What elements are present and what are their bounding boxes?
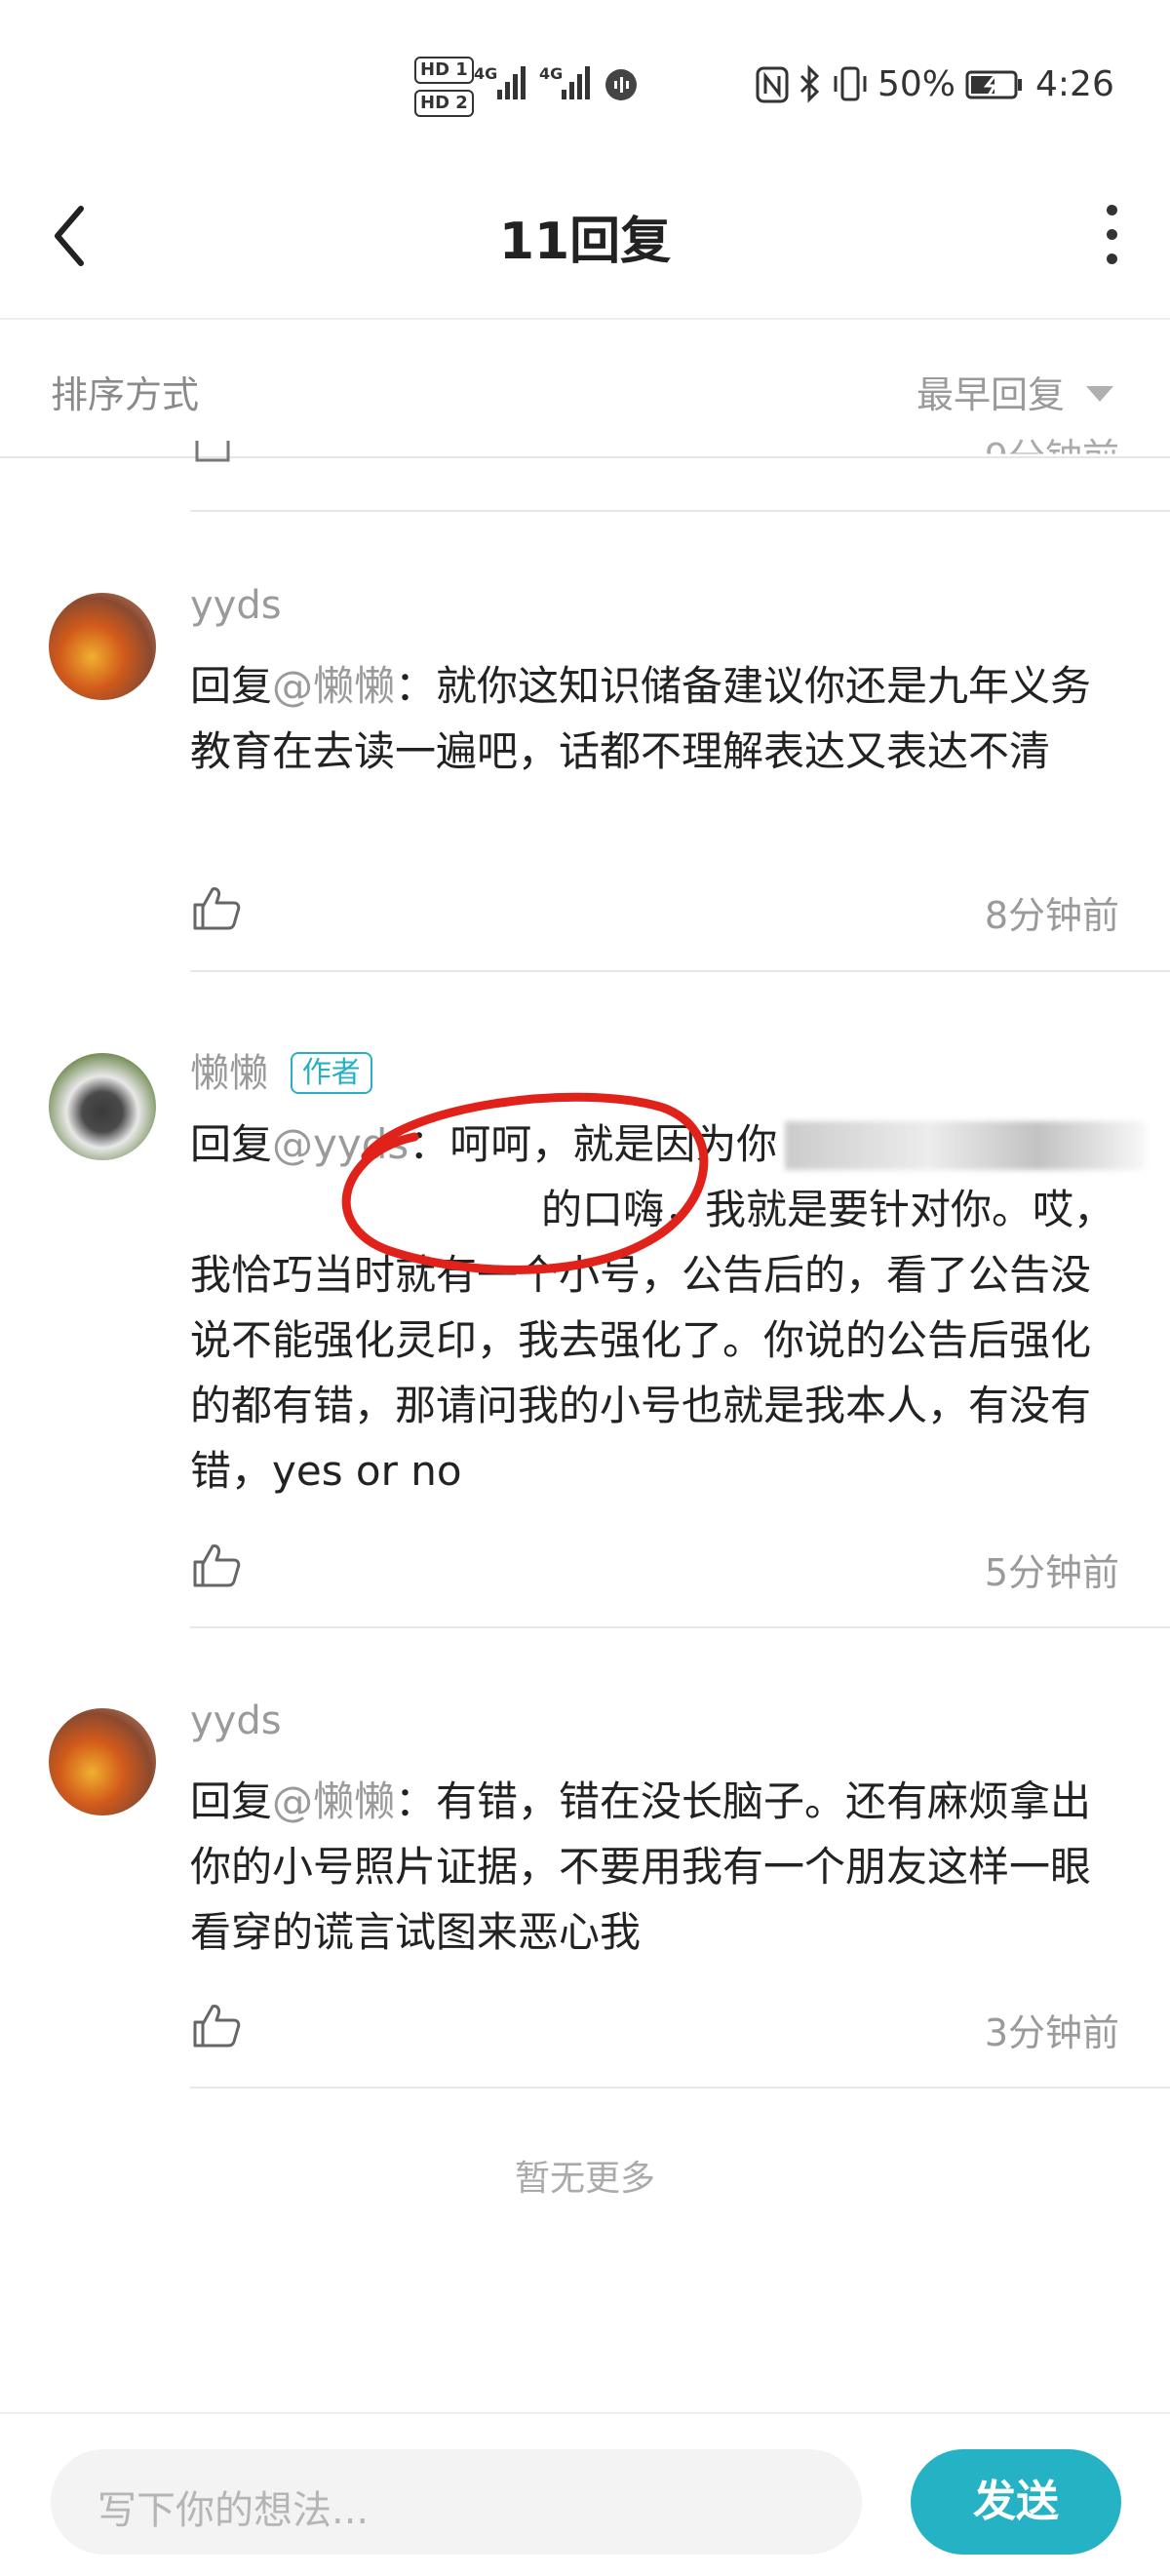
comment-time: 8分钟前 <box>984 894 1119 937</box>
mention-link[interactable]: @懒懒 <box>272 1777 395 1825</box>
like-icon-previous[interactable] <box>193 441 232 468</box>
thumbs-up-icon[interactable] <box>191 1542 242 1589</box>
comment-text: 回复@懒懒：有错，错在没长脑子。还有麻烦拿出你的小号照片证据，不要用我有一个朋友… <box>190 1777 1092 1956</box>
signal-icon-2 <box>562 66 590 99</box>
divider <box>190 510 1170 512</box>
comment-text: 回复@懒懒：就你这知识储备建议你还是九年义务教育在去读一遍吧，话都不理解表达又表… <box>190 662 1092 775</box>
red-annotation-circle <box>341 1092 709 1274</box>
battery-percent: 50% <box>878 64 956 104</box>
more-options-icon[interactable] <box>1102 205 1121 273</box>
send-button[interactable]: 发送 <box>911 2449 1121 2555</box>
avatar[interactable] <box>49 1053 156 1160</box>
sim-indicators: HD 1 HD 2 <box>414 57 474 117</box>
blurred-redaction <box>785 1121 1146 1170</box>
thumbs-up-icon[interactable] <box>191 885 242 932</box>
battery-icon <box>965 70 1022 99</box>
comment-time: 3分钟前 <box>984 2011 1119 2054</box>
divider <box>190 2087 1170 2088</box>
hd1-badge: HD 1 <box>414 57 474 84</box>
nfc-icon <box>756 66 789 103</box>
signal-icon-1 <box>497 66 526 99</box>
clock: 4:26 <box>1035 64 1114 104</box>
hd2-badge: HD 2 <box>414 90 474 117</box>
thumbs-up-icon[interactable] <box>191 2003 242 2049</box>
status-bar: HD 1 HD 2 4G 4G 50% 4:26 <box>0 0 1170 166</box>
divider <box>190 970 1170 972</box>
no-more-label: 暂无更多 <box>514 2159 655 2199</box>
reply-bar: 写下你的想法... 发送 <box>0 2412 1170 2576</box>
username[interactable]: 懒懒 <box>190 1051 268 1096</box>
avatar[interactable] <box>49 1708 156 1815</box>
divider <box>190 1626 1170 1628</box>
sort-dropdown[interactable]: 最早回复 <box>916 365 1065 418</box>
page-title: 11回复 <box>498 213 672 271</box>
network-type-1: 4G <box>474 64 498 83</box>
avatar[interactable] <box>49 593 156 700</box>
username[interactable]: yyds <box>190 583 282 628</box>
top-nav-bar: 11回复 <box>0 166 1170 320</box>
mention-link[interactable]: @懒懒 <box>272 662 395 710</box>
sort-label: 排序方式 <box>51 373 200 416</box>
dropdown-caret-icon[interactable] <box>1086 386 1113 402</box>
comment-time: 5分钟前 <box>984 1551 1119 1594</box>
username[interactable]: yyds <box>190 1698 282 1743</box>
reply-input[interactable]: 写下你的想法... <box>51 2449 862 2555</box>
bluetooth-icon <box>800 64 820 103</box>
hotspot-icon <box>605 69 637 100</box>
vibrate-icon <box>834 66 867 101</box>
